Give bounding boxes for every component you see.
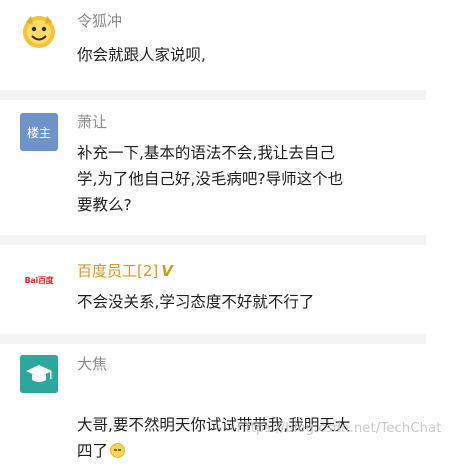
comment-item: Bai百度 百度员工[2] V 不会没关系,学习态度不好就不行了 xyxy=(0,245,456,335)
username[interactable]: 萧让 xyxy=(77,111,107,132)
comment-thread: 令狐冲 你会就跟人家说呗, 楼主 萧让 补充一下,基本的语法不会,我让去自己 学… xyxy=(0,0,456,460)
yellow-cartoon-avatar-icon xyxy=(20,12,58,50)
comment-text: 不会没关系,学习态度不好就不行了 xyxy=(77,293,315,311)
comment-text: 你会就跟人家说呗, xyxy=(77,46,206,64)
comment-text: 补充一下,基本的语法不会,我让去自己 学,为了他自己好,没毛病吧?导师这个也 要… xyxy=(77,144,344,214)
avatar[interactable] xyxy=(20,12,58,50)
comment-item: 楼主 萧让 补充一下,基本的语法不会,我让去自己 学,为了他自己好,没毛病吧?导… xyxy=(0,100,456,235)
avatar[interactable]: Bai百度 xyxy=(20,261,58,299)
username-text: 百度员工[2] xyxy=(77,262,159,280)
username[interactable]: 令狐冲 xyxy=(77,10,122,31)
smile-emoji-icon xyxy=(110,443,126,458)
louzhu-avatar-label: 楼主 xyxy=(26,125,51,140)
comment-item: 令狐冲 你会就跟人家说呗, xyxy=(0,0,456,90)
divider xyxy=(0,334,426,344)
divider xyxy=(0,90,426,100)
watermark: https://blog.csdn.net/TechChat xyxy=(237,421,442,436)
avatar[interactable]: 楼主 xyxy=(20,113,58,151)
username[interactable]: 大焦 xyxy=(77,353,107,374)
username[interactable]: 百度员工[2] V xyxy=(77,260,173,281)
divider xyxy=(0,235,426,245)
avatar[interactable] xyxy=(20,355,58,393)
graduation-cap-icon xyxy=(20,355,58,393)
verified-badge-icon: V xyxy=(161,262,173,280)
baidu-logo-icon: Bai百度 xyxy=(24,275,54,285)
